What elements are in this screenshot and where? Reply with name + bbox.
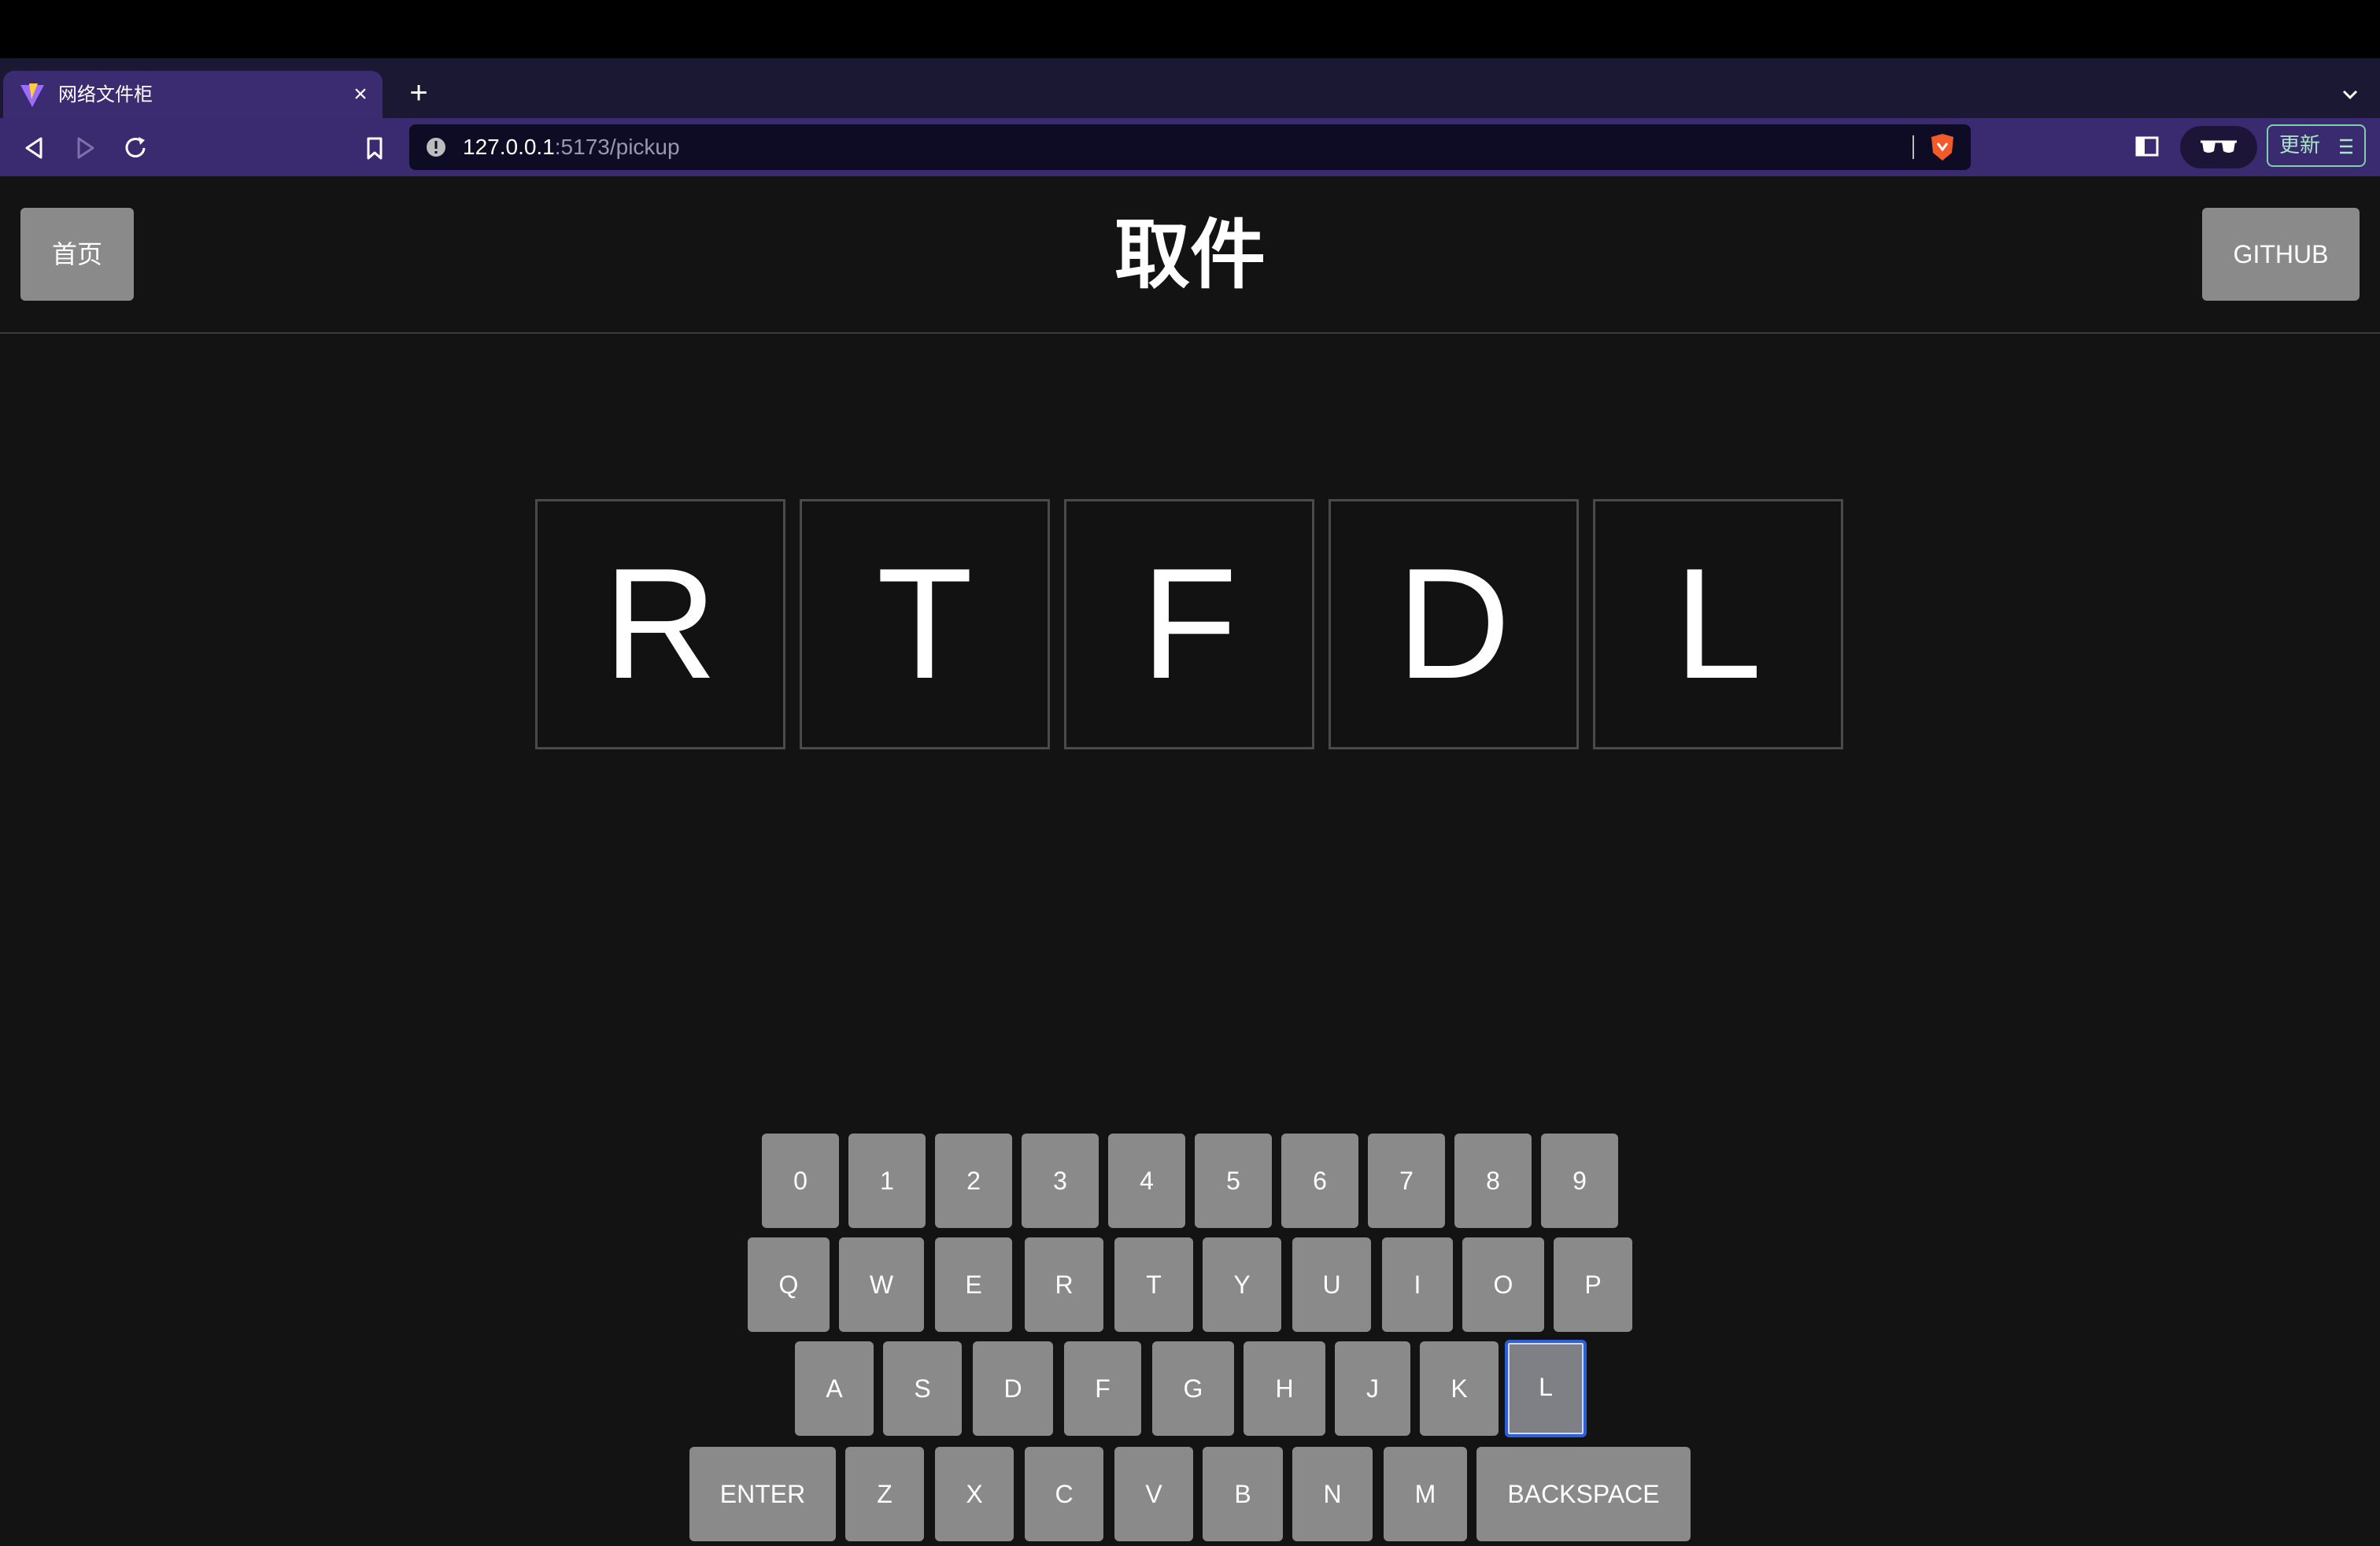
tab-list-chevron-icon[interactable] bbox=[2338, 82, 2363, 107]
key-w[interactable]: W bbox=[839, 1237, 924, 1332]
code-box[interactable]: F bbox=[1064, 499, 1314, 749]
key-a[interactable]: A bbox=[795, 1341, 874, 1436]
key-g[interactable]: G bbox=[1152, 1341, 1234, 1436]
code-box[interactable]: R bbox=[535, 499, 785, 749]
tab-close-icon[interactable]: × bbox=[346, 80, 375, 109]
key-m[interactable]: M bbox=[1384, 1447, 1467, 1541]
key-7[interactable]: 7 bbox=[1368, 1134, 1445, 1228]
key-b[interactable]: B bbox=[1203, 1447, 1283, 1541]
key-e[interactable]: E bbox=[935, 1237, 1012, 1332]
new-tab-icon[interactable]: + bbox=[403, 77, 434, 109]
key-s[interactable]: S bbox=[883, 1341, 962, 1436]
key-v[interactable]: V bbox=[1114, 1447, 1193, 1541]
private-window-badge[interactable] bbox=[2180, 126, 2257, 168]
key-f[interactable]: F bbox=[1064, 1341, 1141, 1436]
key-q[interactable]: Q bbox=[748, 1237, 830, 1332]
key-c[interactable]: C bbox=[1025, 1447, 1103, 1541]
url-text: 127.0.0.1:5173/pickup bbox=[463, 124, 680, 170]
key-8[interactable]: 8 bbox=[1454, 1134, 1532, 1228]
sidebar-toggle-icon[interactable] bbox=[2133, 132, 2161, 161]
tab-bar: 网络文件柜 × + bbox=[0, 58, 2380, 118]
key-y[interactable]: Y bbox=[1203, 1237, 1281, 1332]
tab-title: 网络文件柜 bbox=[58, 83, 153, 105]
key-9[interactable]: 9 bbox=[1541, 1134, 1618, 1228]
update-button[interactable]: 更新 bbox=[2267, 124, 2366, 167]
glasses-icon bbox=[2201, 140, 2237, 153]
key-t[interactable]: T bbox=[1114, 1237, 1193, 1332]
reload-icon[interactable] bbox=[120, 132, 151, 164]
brave-shields-icon[interactable] bbox=[1928, 132, 1957, 162]
navigation-bar: 127.0.0.1:5173/pickup 更新 bbox=[0, 118, 2380, 176]
key-n[interactable]: N bbox=[1292, 1447, 1373, 1541]
github-button[interactable]: GITHUB bbox=[2202, 208, 2360, 301]
code-box[interactable]: L bbox=[1593, 499, 1843, 749]
page-header: 首页 取件 GITHUB bbox=[0, 176, 2380, 334]
back-arrow-icon[interactable] bbox=[19, 132, 50, 164]
window-top-strip bbox=[0, 0, 2380, 58]
key-h[interactable]: H bbox=[1244, 1341, 1325, 1436]
vite-favicon-icon bbox=[20, 83, 44, 107]
code-box[interactable]: D bbox=[1329, 499, 1579, 749]
key-d[interactable]: D bbox=[973, 1341, 1053, 1436]
key-o[interactable]: O bbox=[1462, 1237, 1544, 1332]
backspace-key[interactable]: BACKSPACE bbox=[1476, 1447, 1691, 1541]
bookmark-icon[interactable] bbox=[359, 132, 390, 164]
key-5[interactable]: 5 bbox=[1195, 1134, 1272, 1228]
key-x[interactable]: X bbox=[935, 1447, 1014, 1541]
key-j[interactable]: J bbox=[1335, 1341, 1410, 1436]
home-button[interactable]: 首页 bbox=[20, 208, 134, 301]
key-l[interactable]: L bbox=[1505, 1340, 1587, 1437]
key-6[interactable]: 6 bbox=[1281, 1134, 1358, 1228]
key-u[interactable]: U bbox=[1292, 1237, 1371, 1332]
key-2[interactable]: 2 bbox=[935, 1134, 1012, 1228]
url-path: :5173/pickup bbox=[554, 135, 680, 159]
key-p[interactable]: P bbox=[1554, 1237, 1632, 1332]
page-title: 取件 bbox=[1114, 211, 1266, 299]
key-z[interactable]: Z bbox=[845, 1447, 924, 1541]
address-bar[interactable]: 127.0.0.1:5173/pickup bbox=[409, 124, 1971, 170]
url-host: 127.0.0.1 bbox=[463, 135, 555, 159]
key-i[interactable]: I bbox=[1382, 1237, 1453, 1332]
key-r[interactable]: R bbox=[1025, 1237, 1103, 1332]
key-1[interactable]: 1 bbox=[848, 1134, 926, 1228]
browser-tab[interactable]: 网络文件柜 × bbox=[3, 71, 382, 118]
update-label: 更新 bbox=[2279, 134, 2321, 157]
enter-key[interactable]: ENTER bbox=[689, 1447, 836, 1541]
key-0[interactable]: 0 bbox=[762, 1134, 839, 1228]
key-4[interactable]: 4 bbox=[1108, 1134, 1185, 1228]
address-bar-divider bbox=[1913, 135, 1914, 159]
code-box[interactable]: T bbox=[800, 499, 1050, 749]
key-3[interactable]: 3 bbox=[1022, 1134, 1099, 1228]
menu-icon bbox=[2340, 139, 2352, 154]
forward-arrow-icon[interactable] bbox=[69, 132, 101, 164]
key-k[interactable]: K bbox=[1420, 1341, 1499, 1436]
site-info-icon[interactable] bbox=[425, 136, 447, 158]
